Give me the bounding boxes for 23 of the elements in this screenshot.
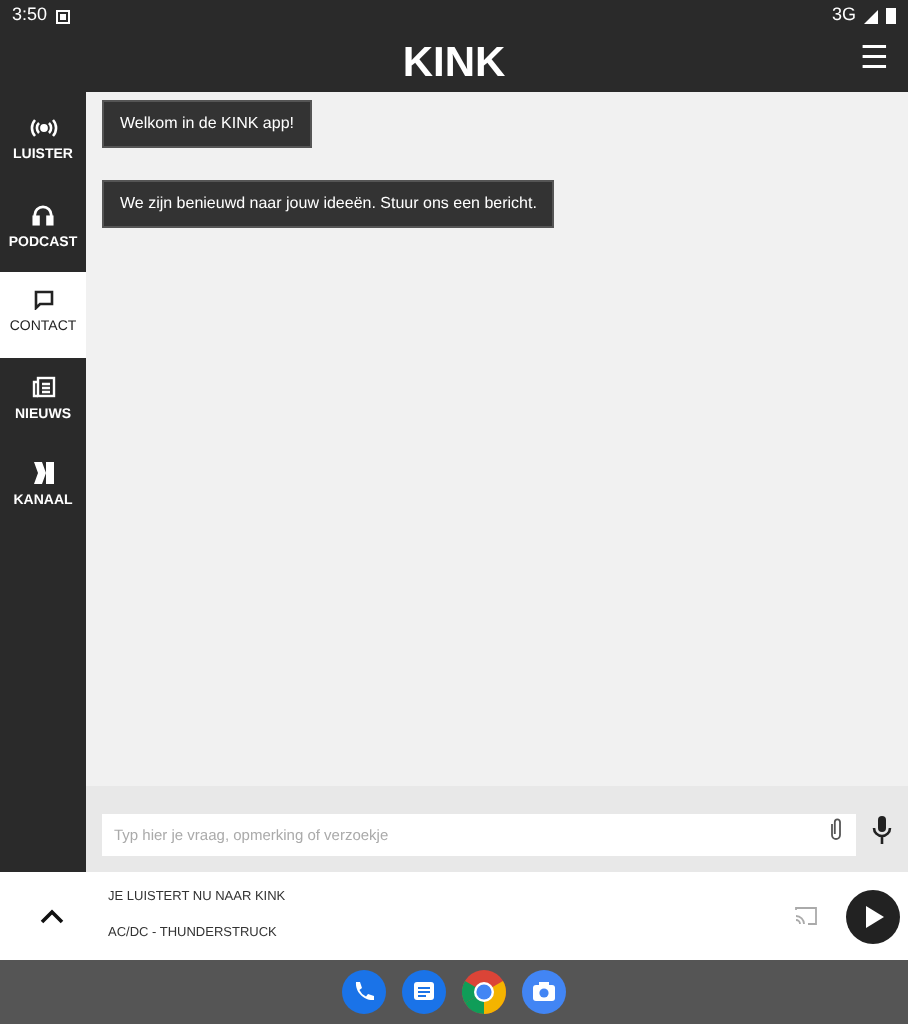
headphones-icon (32, 203, 54, 226)
network-type: 3G (831, 2, 856, 29)
chat-message: Welkom in de KINK app! (102, 100, 313, 148)
attachment-icon[interactable] (830, 818, 842, 840)
radio-waves-icon (29, 118, 57, 139)
notification-icon (55, 9, 70, 23)
signal-icon (864, 9, 878, 23)
chat-message: We zijn benieuwd naar jouw ideeën. Stuur ons een bericht. (102, 180, 555, 228)
chat-icon (33, 290, 53, 311)
logo: KINK (402, 41, 506, 83)
battery-icon (886, 8, 896, 24)
camera-icon[interactable] (522, 970, 566, 1014)
k-logo-icon (33, 461, 53, 484)
menu-button[interactable]: ☰ (856, 40, 892, 80)
play-icon (863, 905, 883, 927)
browser-icon[interactable] (462, 970, 506, 1014)
newspaper-icon (31, 375, 55, 398)
phone-icon[interactable] (342, 970, 386, 1014)
clock: 3:50 (12, 2, 48, 29)
play-button[interactable] (846, 889, 900, 943)
microphone-icon[interactable] (872, 815, 892, 843)
expand-icon[interactable] (40, 908, 64, 924)
messages-icon[interactable] (402, 970, 446, 1014)
